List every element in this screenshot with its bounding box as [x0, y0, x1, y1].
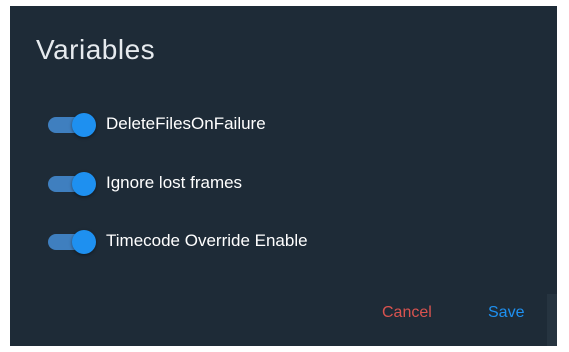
save-button[interactable]: Save — [480, 298, 532, 328]
variable-row-timecode-override-enable[interactable]: Timecode Override Enable — [46, 226, 308, 256]
dialog-title: Variables — [36, 34, 156, 65]
toggle-switch[interactable] — [46, 168, 96, 198]
toggle-thumb — [72, 113, 96, 137]
toggle-switch[interactable] — [46, 109, 96, 139]
scroll-edge-shade — [547, 294, 557, 346]
variable-row-delete-files-on-failure[interactable]: DeleteFilesOnFailure — [46, 109, 266, 139]
variable-label: Timecode Override Enable — [106, 231, 308, 250]
variable-label: Ignore lost frames — [106, 173, 243, 192]
variable-label: DeleteFilesOnFailure — [106, 114, 266, 133]
cancel-button[interactable]: Cancel — [374, 298, 440, 328]
variables-dialog: Variables DeleteFilesOnFailure Ignore lo… — [10, 6, 557, 346]
dialog-actions: Cancel Save — [10, 286, 557, 346]
toggle-switch[interactable] — [46, 226, 96, 256]
toggle-thumb — [72, 230, 96, 254]
toggle-thumb — [72, 172, 96, 196]
variable-row-ignore-lost-frames[interactable]: Ignore lost frames — [46, 168, 242, 198]
